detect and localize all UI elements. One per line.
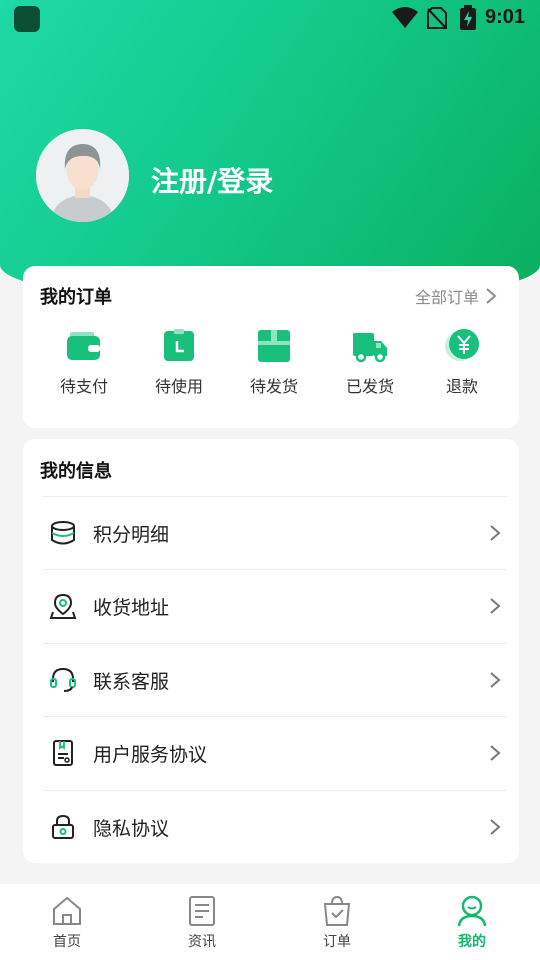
- tab-news[interactable]: 资讯: [162, 894, 242, 951]
- order-bag-icon: [323, 895, 351, 926]
- menu-item-points-detail[interactable]: 积分明细: [43, 496, 507, 569]
- profile-icon: [457, 895, 487, 927]
- document-icon: [53, 740, 73, 766]
- no-sim-icon: [427, 7, 447, 29]
- package-icon: [258, 330, 290, 362]
- order-pending-payment-label: 待支付: [59, 377, 108, 396]
- menu-item-label: 积分明细: [93, 523, 170, 546]
- coins-stack-icon: [51, 521, 75, 545]
- menu-item-label: 隐私协议: [93, 817, 170, 840]
- app-notification-icon: [14, 6, 40, 32]
- order-pending-payment[interactable]: 待支付: [44, 326, 124, 397]
- bottom-tab-bar: 首页 资讯 订单 我的: [0, 884, 540, 960]
- my-orders-card: 我的订单 全部订单 待支付 待使用 待发货 已发货 退款: [23, 266, 519, 428]
- battery-charging-icon: [460, 5, 476, 30]
- tab-orders-label: 订单: [323, 934, 351, 950]
- tab-profile-label: 我的: [458, 934, 486, 950]
- chevron-right-icon: [486, 288, 497, 304]
- menu-item-privacy-policy[interactable]: 隐私协议: [43, 790, 507, 863]
- my-info-title: 我的信息: [40, 461, 112, 482]
- tab-home-label: 首页: [53, 934, 81, 950]
- tab-news-label: 资讯: [188, 934, 216, 950]
- news-icon: [189, 896, 215, 926]
- order-refund-label: 退款: [445, 377, 478, 396]
- tab-home[interactable]: 首页: [27, 894, 107, 951]
- menu-item-shipping-address[interactable]: 收货地址: [43, 569, 507, 642]
- menu-item-label: 联系客服: [93, 670, 170, 693]
- wallet-icon: [67, 332, 100, 360]
- order-pending-shipment[interactable]: 待发货: [234, 326, 314, 397]
- avatar-person-icon: [36, 129, 129, 222]
- menu-item-customer-service[interactable]: 联系客服: [43, 643, 507, 716]
- chevron-right-icon: [490, 672, 501, 688]
- all-orders-label: 全部订单: [414, 288, 479, 307]
- refund-yen-icon: [445, 329, 479, 361]
- all-orders-link[interactable]: 全部订单: [415, 284, 497, 308]
- chevron-right-icon: [490, 525, 501, 541]
- status-time: 9:01: [485, 6, 526, 28]
- map-pin-icon: [49, 593, 77, 619]
- home-icon: [53, 896, 81, 925]
- order-pending-use[interactable]: 待使用: [139, 326, 219, 397]
- menu-item-user-agreement[interactable]: 用户服务协议: [43, 716, 507, 789]
- tab-profile[interactable]: 我的: [432, 894, 512, 951]
- avatar[interactable]: [36, 129, 129, 222]
- menu-item-label: 用户服务协议: [93, 743, 208, 766]
- clock-doc-icon: [164, 329, 194, 361]
- order-refund[interactable]: 退款: [422, 326, 502, 397]
- wifi-icon: [392, 7, 418, 28]
- login-register-link[interactable]: 注册/登录: [151, 160, 273, 200]
- headset-icon: [50, 667, 76, 692]
- order-pending-shipment-label: 待发货: [249, 377, 298, 396]
- order-shipped[interactable]: 已发货: [330, 326, 410, 397]
- truck-icon: [353, 333, 387, 363]
- chevron-right-icon: [490, 598, 501, 614]
- tab-orders[interactable]: 订单: [297, 894, 377, 951]
- status-bar: 9:01: [0, 0, 540, 36]
- order-shipped-label: 已发货: [345, 377, 394, 396]
- lock-icon: [52, 814, 74, 839]
- menu-item-label: 收货地址: [93, 596, 170, 619]
- my-orders-title: 我的订单: [40, 287, 112, 308]
- chevron-right-icon: [490, 819, 501, 835]
- my-info-card: 我的信息 积分明细 收货地址 联系客服 用户服务协议 隐私协议: [23, 439, 519, 863]
- chevron-right-icon: [490, 745, 501, 761]
- order-pending-use-label: 待使用: [154, 377, 203, 396]
